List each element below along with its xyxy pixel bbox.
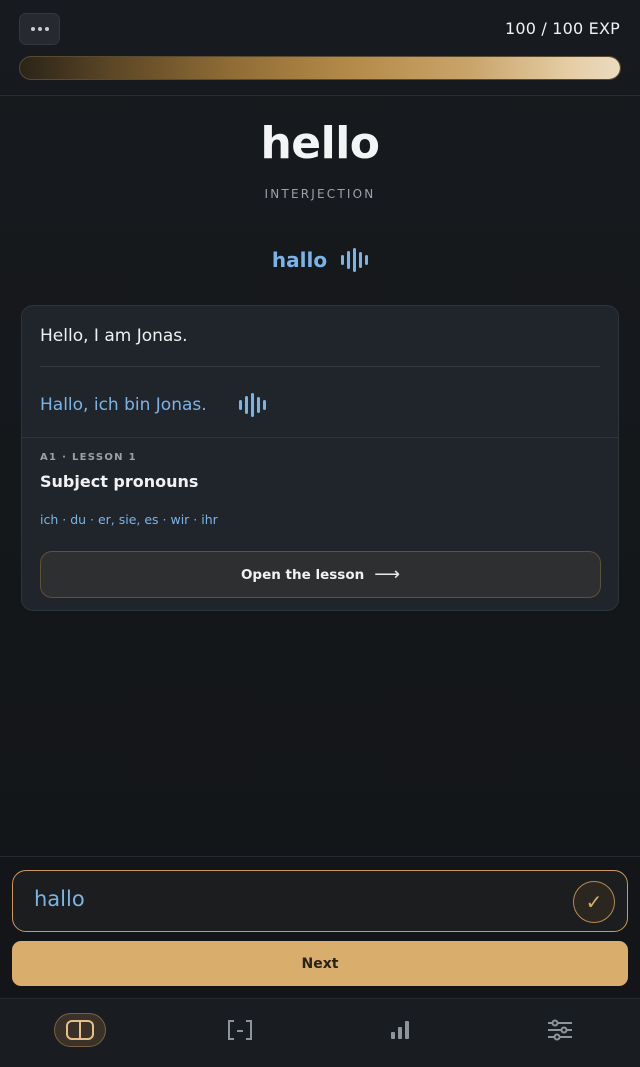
more-horizontal-icon — [30, 27, 35, 31]
exp-progress-fill — [20, 57, 620, 79]
next-button[interactable]: Next — [12, 941, 628, 986]
nav-item-settings[interactable] — [534, 1013, 586, 1047]
settings-sliders-icon — [548, 1019, 572, 1041]
example-lesson-card: Hello, I am Jonas. Hallo, ich bin Jonas.… — [21, 305, 619, 611]
arrow-right-icon: ⟶ — [374, 564, 401, 585]
nav-item-stats[interactable] — [374, 1013, 426, 1047]
bottom-nav — [0, 998, 640, 1067]
nav-item-flashcards[interactable] — [214, 1013, 266, 1047]
top-bar: 100 / 100 EXP — [0, 0, 640, 96]
stats-icon — [391, 1021, 409, 1039]
open-lesson-button[interactable]: Open the lesson ⟶ — [40, 551, 601, 598]
answer-area: hallo ✓ Next — [0, 856, 640, 998]
answer-value: hallo — [34, 887, 85, 911]
word-title: hello — [260, 118, 380, 169]
word-translation: hallo — [0, 247, 640, 273]
app-screen: 100 / 100 EXP hello INTERJECTION hallo H… — [0, 0, 640, 1067]
audio-wave-icon[interactable] — [238, 392, 266, 418]
lesson-title: Subject pronouns — [40, 472, 199, 491]
part-of-speech: INTERJECTION — [264, 187, 376, 201]
more-horizontal-icon-dot — [37, 27, 42, 31]
divider — [40, 366, 600, 367]
lesson-meta: A1 · LESSON 1 — [40, 452, 137, 463]
exp-counter: 100 / 100 EXP — [504, 19, 620, 38]
divider — [22, 437, 618, 438]
check-icon[interactable]: ✓ — [573, 881, 615, 923]
translation-text: hallo — [271, 248, 328, 272]
exp-progress-bar — [19, 56, 621, 80]
flashcard-icon — [228, 1020, 252, 1040]
more-menu-button[interactable] — [19, 13, 60, 45]
answer-input[interactable]: hallo ✓ — [12, 870, 628, 932]
example-german-row: Hallo, ich bin Jonas. — [40, 392, 266, 418]
more-horizontal-icon-dot — [44, 27, 49, 31]
lesson-terms: ich · du · er, sie, es · wir · ihr — [40, 512, 218, 527]
book-icon — [66, 1020, 94, 1040]
example-english: Hello, I am Jonas. — [40, 326, 188, 346]
audio-wave-icon[interactable] — [341, 247, 369, 273]
open-lesson-label: Open the lesson — [240, 566, 365, 583]
nav-item-book[interactable] — [54, 1013, 106, 1047]
example-german: Hallo, ich bin Jonas. — [40, 395, 207, 415]
